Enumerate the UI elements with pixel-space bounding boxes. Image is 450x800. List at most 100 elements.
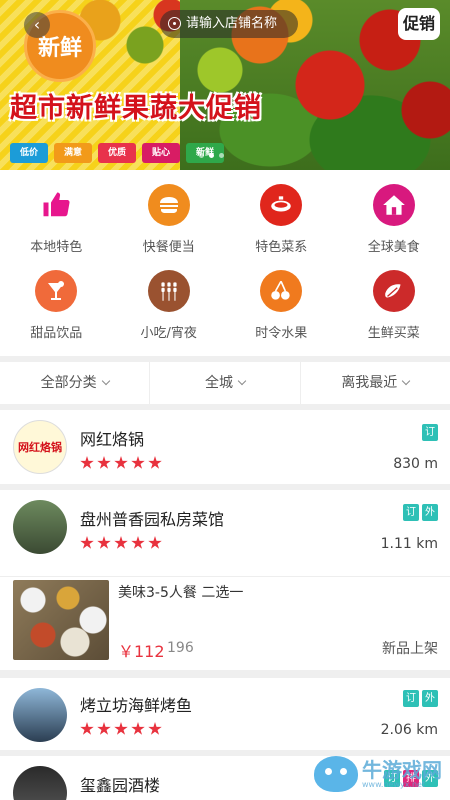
banner-tag: 优质 (98, 143, 136, 163)
filter-label: 全城 (204, 375, 233, 391)
banner-tags: 低价 满意 优质 贴心 新鲜 (10, 143, 224, 163)
filter-category[interactable]: 全部分类 (0, 362, 151, 404)
site-watermark: 牛游戏网 www.newyx.net (314, 756, 442, 792)
deal-card[interactable]: 美味3-5人餐 二选一 ￥112 196 新品上架 (0, 576, 450, 670)
shop-distance: 2.06 km (380, 722, 438, 738)
service-badges: 订 (422, 424, 438, 441)
category-local-specialty[interactable]: 本地特色 (0, 184, 113, 270)
category-fresh-grocery[interactable]: 生鲜买菜 (338, 270, 450, 356)
star-icon (80, 456, 94, 469)
deal-title: 美味3-5人餐 二选一 (118, 585, 244, 601)
thumbs-up-icon (35, 184, 77, 226)
category-fast-food[interactable]: 快餐便当 (113, 184, 226, 270)
star-icon (80, 722, 94, 735)
banner-tag: 低价 (10, 143, 48, 163)
filter-bar: 全部分类 全城 离我最近 (0, 362, 450, 404)
burger-icon (147, 184, 190, 226)
chevron-down-icon (402, 376, 411, 386)
star-icon (97, 536, 111, 549)
category-global-food[interactable]: 全球美食 (338, 184, 450, 270)
chevron-down-icon (237, 376, 247, 386)
category-label: 全球美食 (367, 240, 420, 255)
category-label: 生鲜买菜 (367, 326, 420, 341)
house-icon (372, 184, 415, 226)
watermark-text: 牛游戏网 (362, 757, 442, 782)
shop-avatar (13, 500, 67, 554)
shop-name: 烤立坊海鲜烤鱼 (80, 696, 193, 715)
shop-name: 网红烙锅 (80, 430, 145, 449)
search-input[interactable]: 请输入店铺名称 (160, 10, 298, 38)
category-snacks[interactable]: 小吃/宵夜 (113, 270, 226, 356)
back-button[interactable]: ‹ (24, 12, 50, 38)
shop-card[interactable]: 盘州普香园私房菜馆 订 外 1.11 km (0, 490, 450, 576)
banner-headline: 超市新鲜果蔬大促销 (10, 93, 262, 124)
cherry-icon (260, 270, 303, 312)
shop-name: 盘州普香园私房菜馆 (80, 510, 225, 529)
star-icon (97, 722, 111, 735)
category-label: 快餐便当 (142, 240, 195, 255)
filter-label: 离我最近 (341, 375, 398, 391)
takeout-badge: 外 (422, 504, 438, 521)
carousel-indicator (199, 153, 224, 158)
skewer-icon (147, 270, 190, 312)
rating-stars (80, 536, 162, 550)
category-desserts-drinks[interactable]: 甜品饮品 (0, 270, 113, 356)
carousel-dot-active (209, 153, 214, 158)
order-badge: 订 (422, 424, 438, 441)
star-icon (131, 456, 145, 469)
filter-label: 全部分类 (40, 375, 97, 391)
banner-tag: 贴心 (142, 143, 180, 163)
shop-avatar (13, 688, 67, 742)
category-label: 本地特色 (30, 240, 83, 255)
shop-card[interactable]: 烤立坊海鲜烤鱼 订 外 2.06 km (0, 678, 450, 750)
deal-image (13, 580, 109, 660)
star-icon (148, 722, 162, 735)
deal-original-price: 196 (167, 640, 194, 656)
filter-sort[interactable]: 离我最近 (301, 362, 450, 404)
takeout-badge: 外 (422, 690, 438, 707)
search-placeholder: 请输入店铺名称 (186, 16, 278, 31)
shop-name: 玺鑫园酒楼 (80, 776, 161, 795)
hotpot-icon (260, 184, 303, 226)
shop-avatar (13, 766, 67, 800)
star-icon (131, 722, 145, 735)
rating-stars (80, 456, 162, 470)
category-label: 小吃/宵夜 (140, 326, 197, 341)
carousel-dot (219, 153, 224, 158)
deal-price: ￥112 (118, 642, 165, 661)
order-badge: 订 (403, 504, 419, 521)
shop-avatar: 网红烙锅 (13, 420, 67, 474)
category-label: 时令水果 (255, 326, 308, 341)
deal-status: 新品上架 (382, 641, 438, 657)
category-cuisine[interactable]: 特色菜系 (225, 184, 338, 270)
category-label: 甜品饮品 (30, 326, 83, 341)
chevron-down-icon (101, 376, 110, 386)
star-icon (114, 722, 128, 735)
search-icon (168, 17, 181, 30)
service-badges: 订 外 (403, 690, 438, 707)
shop-distance: 1.11 km (380, 536, 438, 552)
carousel-dot (199, 153, 204, 158)
star-icon (148, 536, 162, 549)
promo-button[interactable]: 促销 (398, 8, 440, 40)
category-seasonal-fruit[interactable]: 时令水果 (225, 270, 338, 356)
star-icon (97, 456, 111, 469)
drink-icon (35, 270, 78, 312)
vegetable-icon (372, 270, 415, 312)
category-grid: 本地特色 快餐便当 特色菜系 全球美食 甜品饮品 小吃/宵夜 时令水果 生鲜买菜 (0, 170, 450, 356)
mascot-icon (314, 756, 358, 792)
service-badges: 订 外 (403, 504, 438, 521)
shop-card[interactable]: 网红烙锅 网红烙锅 订 830 m (0, 410, 450, 484)
star-icon (131, 536, 145, 549)
order-badge: 订 (403, 690, 419, 707)
category-label: 特色菜系 (255, 240, 308, 255)
shop-distance: 830 m (393, 456, 438, 472)
star-icon (80, 536, 94, 549)
star-icon (114, 456, 128, 469)
filter-area[interactable]: 全城 (150, 362, 301, 404)
rating-stars (80, 722, 162, 736)
star-icon (114, 536, 128, 549)
star-icon (148, 456, 162, 469)
promo-banner[interactable]: 新鲜 ‹ 请输入店铺名称 促销 超市新鲜果蔬大促销 低价 满意 优质 贴心 新鲜 (0, 0, 450, 170)
banner-tag: 满意 (54, 143, 92, 163)
